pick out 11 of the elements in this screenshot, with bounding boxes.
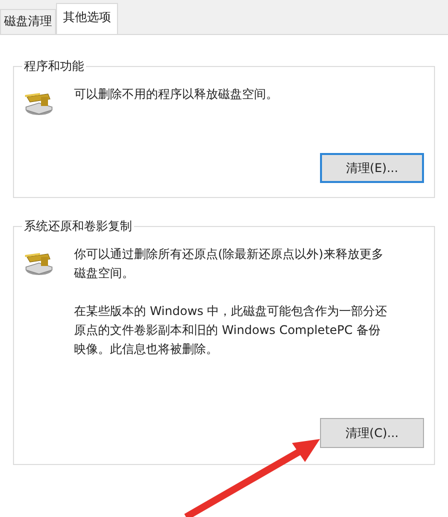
tab[interactable]: 其他选项 xyxy=(56,3,118,34)
description-text: 映像。此信息也将被删除。 xyxy=(74,341,219,358)
description-text: 可以删除不用的程序以释放磁盘空间。 xyxy=(74,86,278,103)
cleanup-button[interactable]: 清理(C)... xyxy=(320,418,424,448)
description-text: 原点的文件卷影副本和旧的 Windows CompletePC 备份 xyxy=(74,322,382,339)
group-title: 系统还原和卷影复制 xyxy=(22,218,134,235)
tab[interactable]: 磁盘清理 xyxy=(0,9,56,34)
cleanup-button[interactable]: 清理(E)... xyxy=(320,153,424,183)
description-text: 磁盘空间。 xyxy=(74,265,135,282)
description-text: 你可以通过删除所有还原点(除最新还原点以外)来释放更多 xyxy=(74,246,384,263)
description-text: 在某些版本的 Windows 中，此磁盘可能包含作为一部分还 xyxy=(74,303,388,320)
